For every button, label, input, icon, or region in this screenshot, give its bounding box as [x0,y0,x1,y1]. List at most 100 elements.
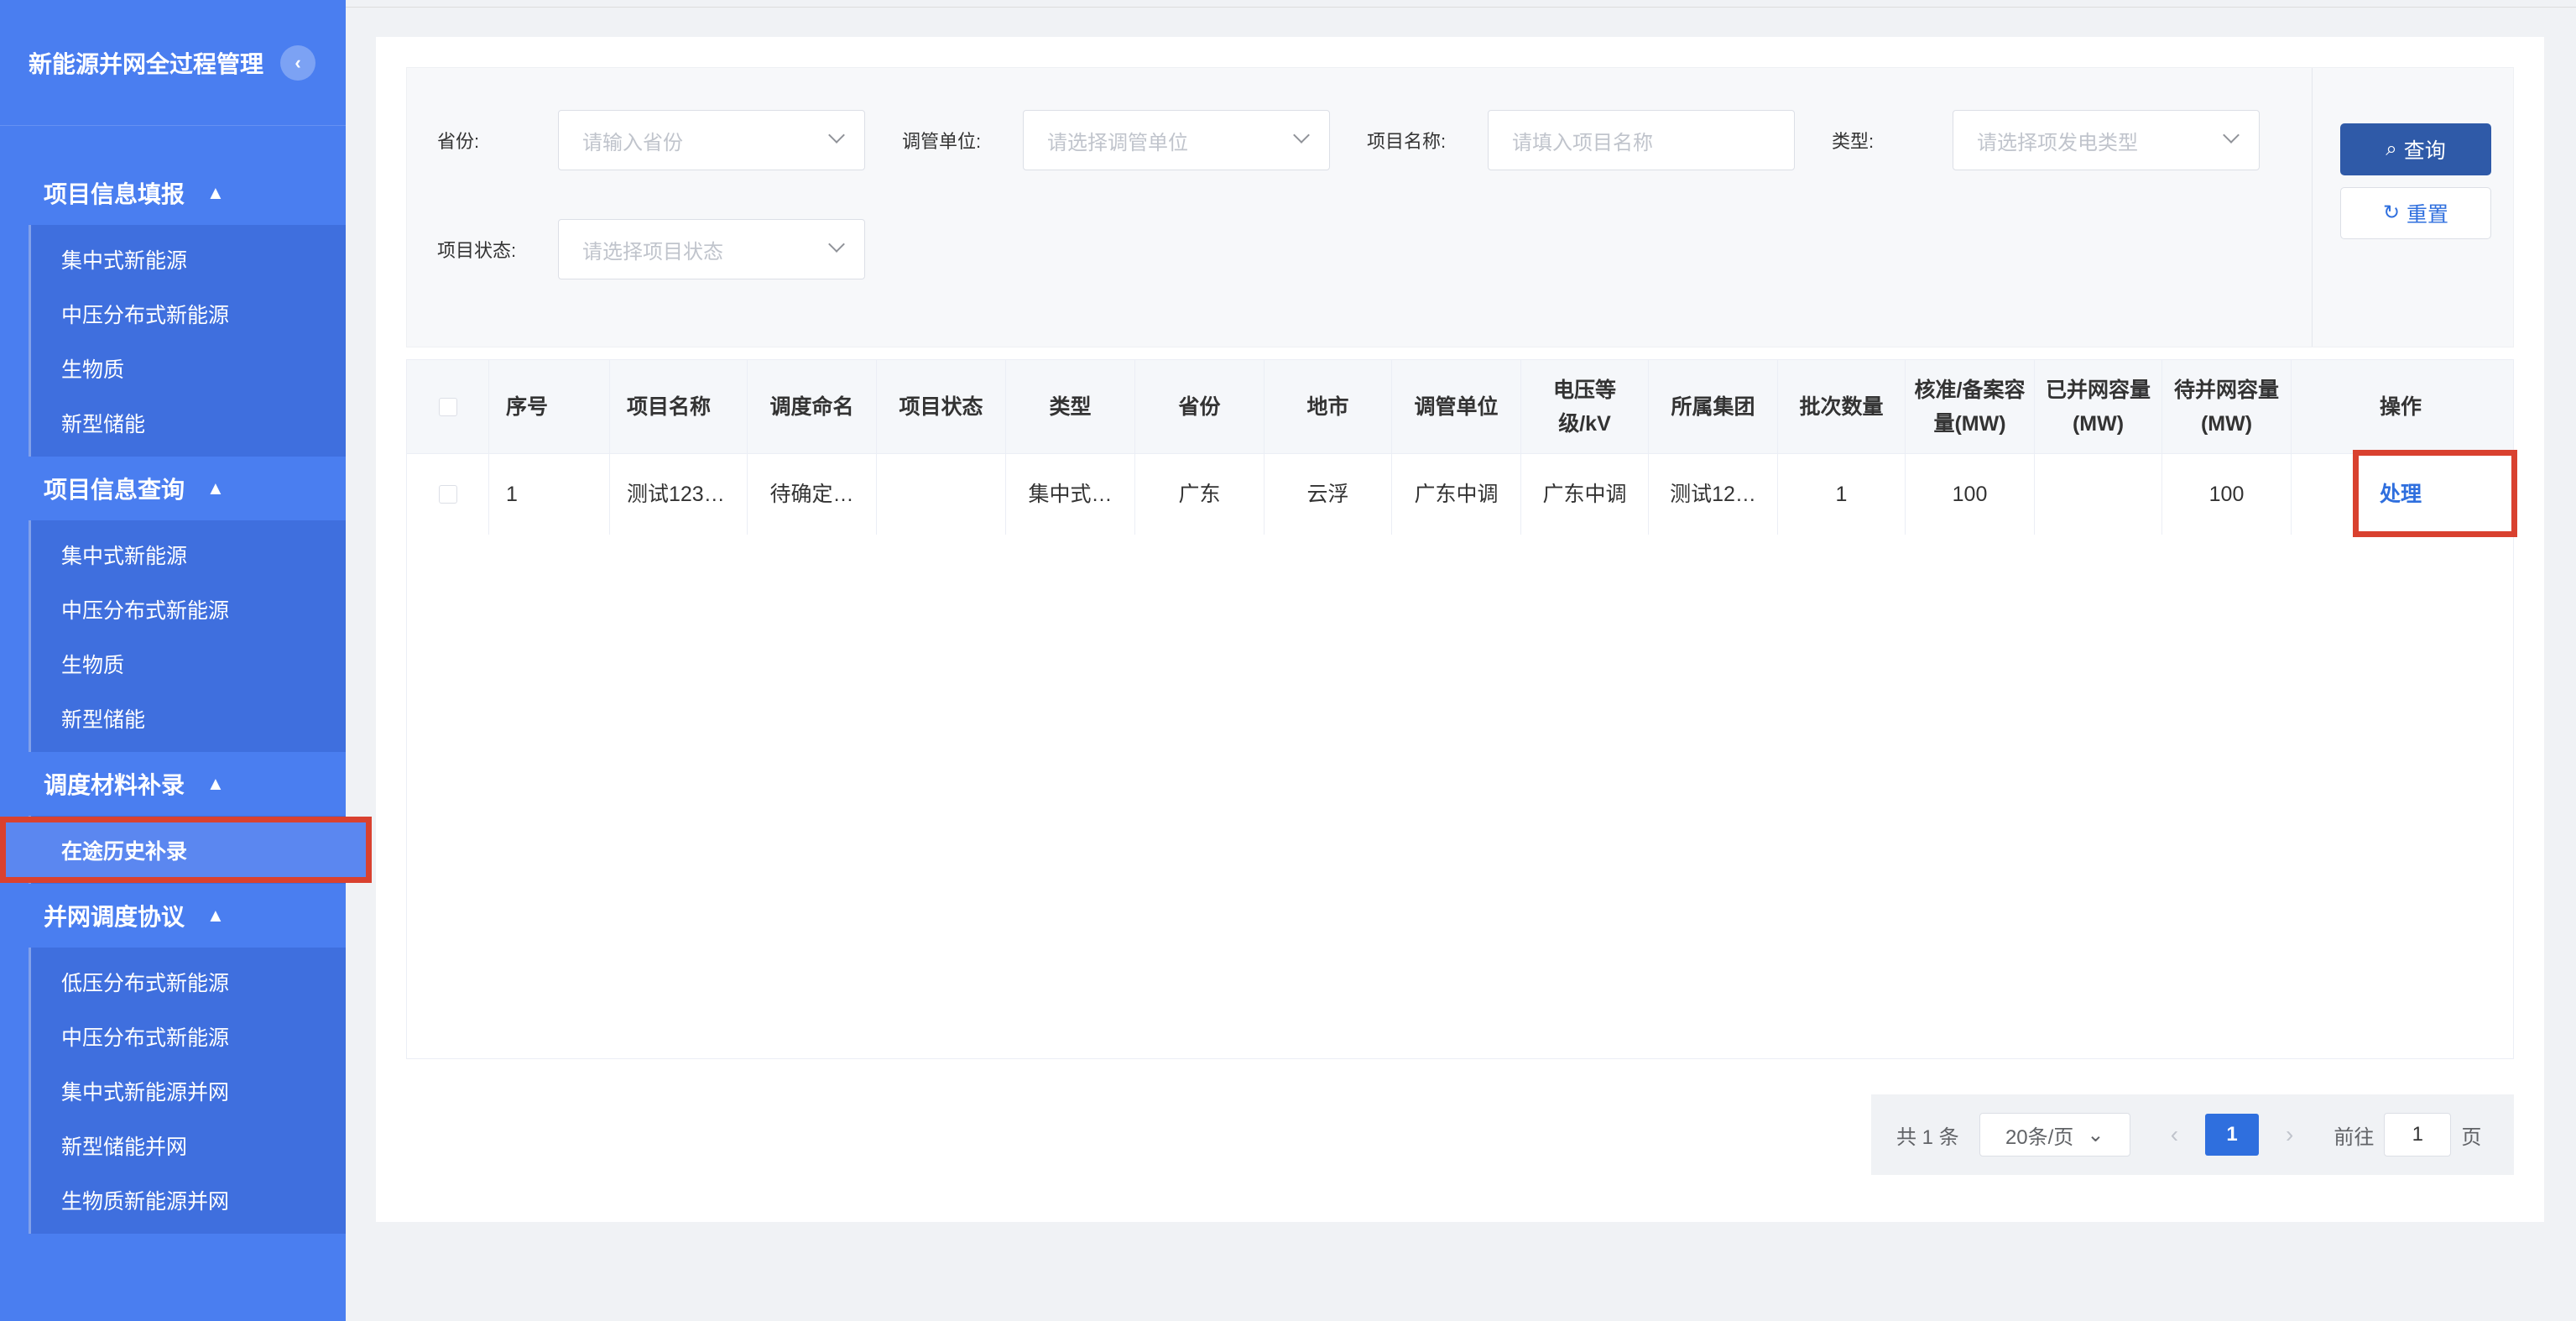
cell-voltage: 广东中调 [1521,454,1649,535]
sidebar-item-mv-distributed[interactable]: 中压分布式新能源 [31,582,346,636]
total-count: 共 1 条 [1896,1125,1959,1149]
header-checkbox-cell [407,360,489,453]
cell-approved-capacity: 100 [1906,454,2035,535]
menu-group-grid-agreement[interactable]: 并网调度协议 ▲ [0,884,346,948]
cell-type: 集中式… [1006,454,1135,535]
submenu-project-query: 集中式新能源 中压分布式新能源 生物质 新型储能 [29,520,346,752]
header-project-name: 项目名称 [610,360,748,453]
app-title: 新能源并网全过程管理 [29,50,264,77]
select-all-checkbox[interactable] [438,397,457,416]
page-unit-label: 页 [2461,1125,2482,1149]
header-city: 地市 [1265,360,1392,453]
caret-up-icon: ▲ [206,182,225,203]
dispatch-unit-label: 调管单位: [902,131,982,152]
top-divider [346,7,2576,8]
project-status-placeholder: 请选择项目状态 [582,240,723,264]
process-link[interactable]: 处理 [2380,478,2422,511]
page-size-select[interactable]: 20条/页 ⌄ [1979,1113,2130,1157]
goto-page-input[interactable]: 1 [2384,1113,2452,1157]
cell-project-name: 测试123… [610,454,748,535]
sidebar-item-mv-distributed[interactable]: 中压分布式新能源 [31,1009,346,1063]
sidebar-item-biomass[interactable]: 生物质 [31,341,346,395]
cell-province: 广东 [1135,454,1265,535]
cell-index: 1 [489,454,610,535]
sidebar-item-storage-grid[interactable]: 新型储能并网 [31,1118,346,1172]
page-number-active[interactable]: 1 [2205,1114,2260,1156]
sidebar-item-lv-distributed[interactable]: 低压分布式新能源 [31,954,346,1009]
sidebar-item-new-storage[interactable]: 新型储能 [31,395,346,450]
header-action: 操作 [2379,394,2422,419]
dispatch-unit-placeholder: 请选择调管单位 [1047,131,1188,154]
menu-group-project-fill[interactable]: 项目信息填报 ▲ [0,161,346,225]
query-label: 查询 [2403,139,2446,163]
header-project-status: 项目状态 [877,360,1006,453]
row-checkbox-cell [407,454,489,535]
cell-city: 云浮 [1265,454,1392,535]
header-group: 所属集团 [1649,360,1778,453]
goto-label: 前往 [2334,1125,2375,1149]
menu-group-label: 调度材料补录 [44,772,185,798]
province-placeholder: 请输入省份 [582,131,683,154]
reset-label: 重置 [2407,203,2449,227]
collapse-sidebar-icon[interactable]: ‹ [280,44,316,81]
main-content: 省份: 请输入省份 调管单位: 请选择调管单位 项目名称: 请填入项目名称 类型… [376,37,2544,1222]
menu-group-dispatch-supplement[interactable]: 调度材料补录 ▲ [0,752,346,816]
menu-group-label: 项目信息查询 [44,477,185,503]
sidebar-item-mv-distributed[interactable]: 中压分布式新能源 [31,286,346,341]
caret-up-icon: ▲ [206,905,225,926]
project-name-input[interactable]: 请填入项目名称 [1488,110,1795,170]
prev-page-icon[interactable]: ‹ [2171,1121,2178,1148]
chevron-down-icon [828,236,845,253]
header-province: 省份 [1135,360,1265,453]
sidebar-item-history-supplement[interactable]: 在途历史补录 [0,817,372,883]
chevron-down-icon [828,127,845,144]
sidebar-item-biomass[interactable]: 生物质 [31,636,346,691]
submenu-project-fill: 集中式新能源 中压分布式新能源 生物质 新型储能 [29,225,346,457]
province-select[interactable]: 请输入省份 [558,110,865,170]
header-pending-capacity: 待并网容量(MW) [2162,360,2292,453]
table-header: 序号 项目名称 调度命名 项目状态 类型 省份 地市 调管单位 电压等级/kV … [407,360,2513,454]
next-page-icon[interactable]: › [2286,1121,2293,1148]
cell-action: 处理 [2292,454,2510,535]
table-row: 1 测试123… 待确定… 集中式… 广东 云浮 广东中调 广东中调 测试12…… [407,454,2513,535]
chevron-down-icon: ⌄ [2087,1123,2104,1146]
cell-dispatch-name: 待确定… [748,454,877,535]
header-dispatch-unit: 调管单位 [1392,360,1521,453]
app-brand: 新能源并网全过程管理 ‹ [0,0,346,126]
submenu-dispatch-supplement: 在途历史补录 [0,816,372,884]
cell-group: 测试12… [1649,454,1778,535]
sidebar-item-centralized-grid[interactable]: 集中式新能源并网 [31,1063,346,1118]
type-placeholder: 请选择项发电类型 [1977,131,2138,154]
sidebar: 新能源并网全过程管理 ‹ 项目信息填报 ▲ 集中式新能源 中压分布式新能源 生物… [0,0,372,1321]
reset-button[interactable]: ↻ 重置 [2340,187,2491,239]
chevron-down-icon [1293,127,1310,144]
sidebar-item-biomass-grid[interactable]: 生物质新能源并网 [31,1172,346,1227]
sidebar-item-centralized[interactable]: 集中式新能源 [31,232,346,286]
header-index: 序号 [489,360,610,453]
filter-panel: 省份: 请输入省份 调管单位: 请选择调管单位 项目名称: 请填入项目名称 类型… [406,67,2514,347]
sidebar-item-centralized[interactable]: 集中式新能源 [31,527,346,582]
caret-up-icon: ▲ [206,478,225,499]
dispatch-unit-select[interactable]: 请选择调管单位 [1023,110,1330,170]
menu-group-label: 并网调度协议 [44,904,185,930]
header-batch-count: 批次数量 [1778,360,1906,453]
sidebar-item-new-storage[interactable]: 新型储能 [31,691,346,745]
cell-dispatch-unit: 广东中调 [1392,454,1521,535]
header-connected-capacity: 已并网容量(MW) [2035,360,2162,453]
search-icon: ⌕ [2386,138,2397,160]
caret-up-icon: ▲ [206,773,225,794]
submenu-grid-agreement: 低压分布式新能源 中压分布式新能源 集中式新能源并网 新型储能并网 生物质新能源… [29,948,346,1234]
menu-group-project-query[interactable]: 项目信息查询 ▲ [0,457,346,520]
project-status-select[interactable]: 请选择项目状态 [558,219,865,279]
row-checkbox[interactable] [438,485,457,504]
chevron-down-icon [2223,127,2240,144]
project-name-placeholder: 请填入项目名称 [1512,131,1653,154]
page-size-value: 20条/页 [2005,1125,2074,1149]
province-label: 省份: [437,131,480,152]
cell-batch-count: 1 [1778,454,1906,535]
menu-group-label: 项目信息填报 [44,181,185,207]
header-approved-capacity: 核准/备案容量(MW) [1906,360,2035,453]
query-button[interactable]: ⌕ 查询 [2340,123,2491,175]
project-status-label: 项目状态: [437,240,517,261]
type-select[interactable]: 请选择项发电类型 [1953,110,2260,170]
